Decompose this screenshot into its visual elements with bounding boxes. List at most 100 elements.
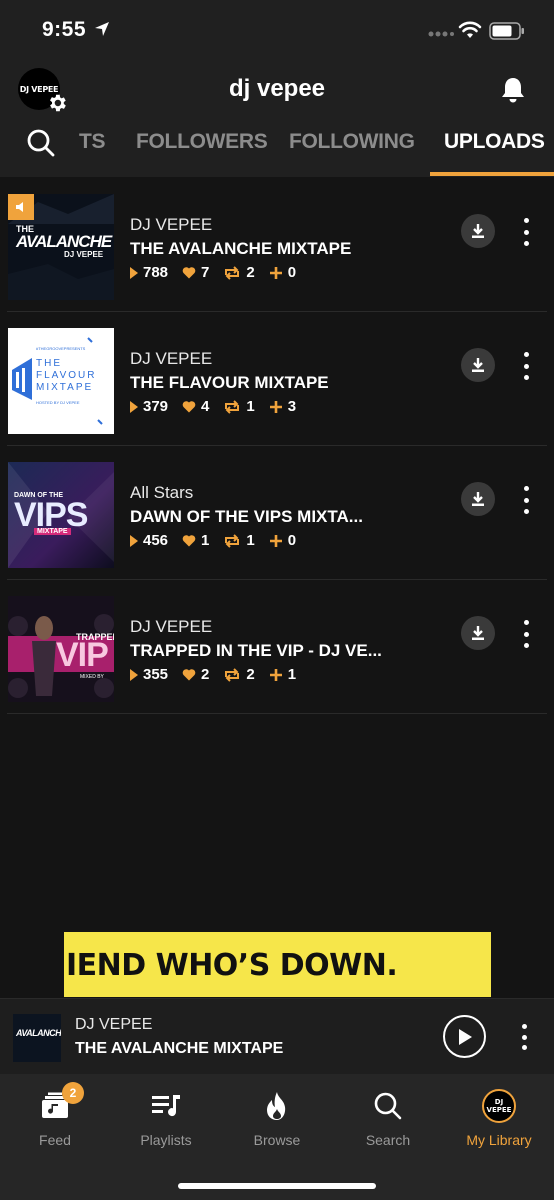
tab-followers[interactable]: FOLLOWERS xyxy=(136,130,268,154)
reposts-stat: 2 xyxy=(223,666,255,683)
nav-browse[interactable]: Browse xyxy=(222,1088,332,1148)
adds-stat: 1 xyxy=(269,666,296,683)
heart-icon xyxy=(182,535,196,547)
nav-label: My Library xyxy=(466,1132,532,1148)
now-playing-badge xyxy=(8,194,34,220)
ad-banner[interactable]: IEND WHO’S DOWN. xyxy=(64,932,491,997)
nav-feed[interactable]: 2 Feed xyxy=(0,1082,110,1148)
cover-art: #THEGROOVEPRESENTS THE FLAVOUR MIXTAPE H… xyxy=(8,328,114,434)
nav-label: Feed xyxy=(39,1132,71,1148)
track-title[interactable]: TRAPPED IN THE VIP - DJ VE... xyxy=(130,641,382,661)
cover-tag: #THEGROOVEPRESENTS xyxy=(36,346,86,351)
bell-icon[interactable] xyxy=(500,76,526,104)
nav-search[interactable]: Search xyxy=(333,1088,443,1148)
library-avatar-text: DJ VEPEE xyxy=(486,1098,512,1114)
plus-icon xyxy=(269,534,282,547)
likes-count: 7 xyxy=(201,264,210,281)
plays-count: 456 xyxy=(143,532,169,549)
download-button[interactable] xyxy=(461,482,495,516)
plays-stat: 355 xyxy=(130,666,168,683)
mini-player-artist: DJ VEPEE xyxy=(75,1016,153,1033)
play-count-icon xyxy=(130,668,138,681)
wifi-icon xyxy=(458,21,482,38)
play-count-icon xyxy=(130,266,138,279)
list-item[interactable]: #THEGROOVEPRESENTS THE FLAVOUR MIXTAPE H… xyxy=(7,312,547,446)
download-icon xyxy=(472,626,484,640)
download-icon xyxy=(472,224,484,238)
reposts-count: 1 xyxy=(246,532,255,549)
mini-player-title: THE AVALANCHE MIXTAPE xyxy=(75,1040,284,1057)
download-button[interactable] xyxy=(461,214,495,248)
status-bar: 9:55 xyxy=(0,0,554,60)
mini-player-more-button[interactable] xyxy=(515,1024,533,1050)
playlists-icon xyxy=(152,1095,180,1117)
more-options-button[interactable] xyxy=(516,486,536,514)
track-title[interactable]: THE AVALANCHE MIXTAPE xyxy=(130,239,351,259)
mini-cover-text: AVALANCHE xyxy=(16,1028,61,1038)
flame-icon xyxy=(267,1092,286,1120)
adds-count: 0 xyxy=(287,264,297,281)
mini-player[interactable]: AVALANCHE DJ VEPEE THE AVALANCHE MIXTAPE xyxy=(0,998,554,1074)
play-button[interactable] xyxy=(443,1015,486,1058)
plays-count: 379 xyxy=(143,398,169,415)
adds-count: 3 xyxy=(287,398,297,415)
plays-stat: 456 xyxy=(130,532,168,549)
more-options-button[interactable] xyxy=(516,352,536,380)
track-stats: 355 2 2 1 xyxy=(130,666,310,683)
play-count-icon xyxy=(130,400,138,413)
download-icon xyxy=(472,358,484,372)
cover-line4: HOSTED BY DJ VEPEE xyxy=(36,400,80,405)
nav-label: Browse xyxy=(253,1132,301,1148)
cover-art: DAWN OF THE VIPS MIXTAPE xyxy=(8,462,114,568)
likes-stat: 7 xyxy=(182,264,209,281)
search-icon xyxy=(374,1092,402,1120)
adds-count: 1 xyxy=(287,666,297,683)
cover-line3: MIXTAPE xyxy=(36,382,94,393)
play-count-icon xyxy=(130,534,138,547)
reposts-count: 2 xyxy=(246,264,255,281)
nav-my-library[interactable]: DJ VEPEE My Library xyxy=(444,1088,554,1148)
nav-playlists[interactable]: Playlists xyxy=(111,1088,221,1148)
more-options-button[interactable] xyxy=(516,218,536,246)
more-options-button[interactable] xyxy=(516,620,536,648)
plays-count: 788 xyxy=(143,264,169,281)
track-title[interactable]: THE FLAVOUR MIXTAPE xyxy=(130,373,329,393)
tab-active-indicator xyxy=(430,172,554,176)
track-stats: 379 4 1 3 xyxy=(130,398,310,415)
list-item[interactable]: THE AVALANCHE DJ VEPEE DJ VEPEE THE AVAL… xyxy=(7,178,547,312)
search-icon[interactable] xyxy=(26,128,56,158)
tab-tracks[interactable]: TS xyxy=(79,130,106,154)
mini-player-cover: AVALANCHE xyxy=(13,1014,61,1062)
plays-count: 355 xyxy=(143,666,169,683)
location-arrow-icon xyxy=(95,22,109,36)
download-button[interactable] xyxy=(461,616,495,650)
track-title[interactable]: DAWN OF THE VIPS MIXTA... xyxy=(130,507,363,527)
reposts-count: 2 xyxy=(246,666,255,683)
list-item[interactable]: TRAPPED VIP MIXED BY DJ VEPEE TRAPPED IN… xyxy=(7,580,547,714)
nav-label: Playlists xyxy=(140,1132,192,1148)
ad-banner-text: IEND WHO’S DOWN. xyxy=(66,948,398,983)
track-stats: 456 1 1 0 xyxy=(130,532,310,549)
heart-icon xyxy=(182,267,196,279)
plays-stat: 379 xyxy=(130,398,168,415)
feed-badge: 2 xyxy=(62,1082,84,1104)
download-button[interactable] xyxy=(461,348,495,382)
bottom-nav: 2 Feed Playlists Browse Search DJ VEPEE … xyxy=(0,1074,554,1200)
profile-tabs: TS FOLLOWERS FOLLOWING UPLOADS xyxy=(0,124,554,177)
plus-icon xyxy=(269,400,282,413)
likes-stat: 1 xyxy=(182,532,209,549)
repost-icon xyxy=(225,399,240,414)
download-icon xyxy=(472,492,484,506)
uploads-list: THE AVALANCHE DJ VEPEE DJ VEPEE THE AVAL… xyxy=(0,178,554,714)
track-artist: All Stars xyxy=(130,483,194,502)
tab-uploads[interactable]: UPLOADS xyxy=(444,130,545,154)
cover-line2: FLAVOUR xyxy=(36,370,97,381)
tab-following[interactable]: FOLLOWING xyxy=(289,130,415,154)
cover-line1: THE xyxy=(36,358,62,369)
cover-line3: MIXED BY xyxy=(80,674,104,680)
adds-stat: 0 xyxy=(269,532,296,549)
repost-icon xyxy=(225,533,240,548)
likes-count: 1 xyxy=(201,532,210,549)
list-item[interactable]: DAWN OF THE VIPS MIXTAPE All Stars DAWN … xyxy=(7,446,547,580)
cover-line2: AVALANCHE xyxy=(16,232,112,251)
